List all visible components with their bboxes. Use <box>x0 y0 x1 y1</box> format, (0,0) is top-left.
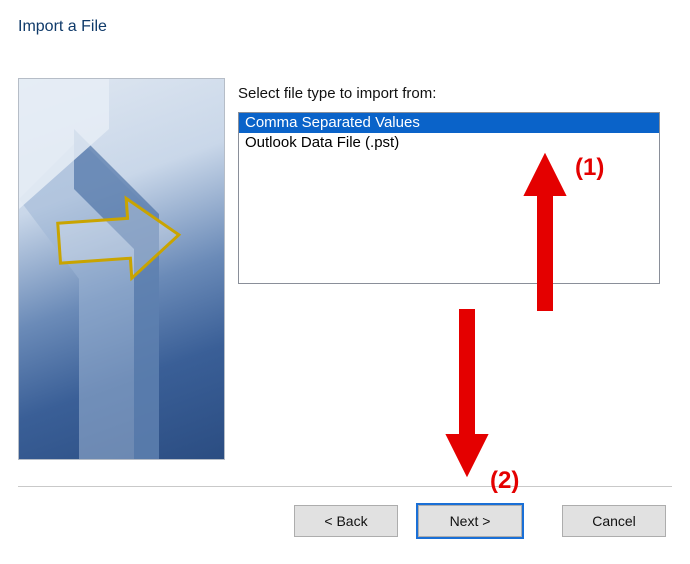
file-type-option-csv[interactable]: Comma Separated Values <box>239 113 659 133</box>
file-type-list-label: Select file type to import from: <box>238 85 436 102</box>
cancel-button[interactable]: Cancel <box>562 505 666 537</box>
wizard-decorative-image <box>18 78 225 460</box>
file-type-option-pst[interactable]: Outlook Data File (.pst) <box>239 133 659 153</box>
dialog-button-row: < Back Next > Cancel <box>0 505 666 537</box>
annotation-arrow-2: (2) <box>447 310 519 494</box>
dialog-title: Import a File <box>18 18 107 36</box>
wizard-arrow-graphic <box>19 79 224 459</box>
import-file-dialog: Import a File Select file type to import… <box>0 0 690 564</box>
button-divider <box>18 486 672 487</box>
next-button[interactable]: Next > <box>418 505 522 537</box>
back-button[interactable]: < Back <box>294 505 398 537</box>
file-type-list[interactable]: Comma Separated Values Outlook Data File… <box>238 112 660 284</box>
annotation-label-2: (2) <box>490 467 519 494</box>
